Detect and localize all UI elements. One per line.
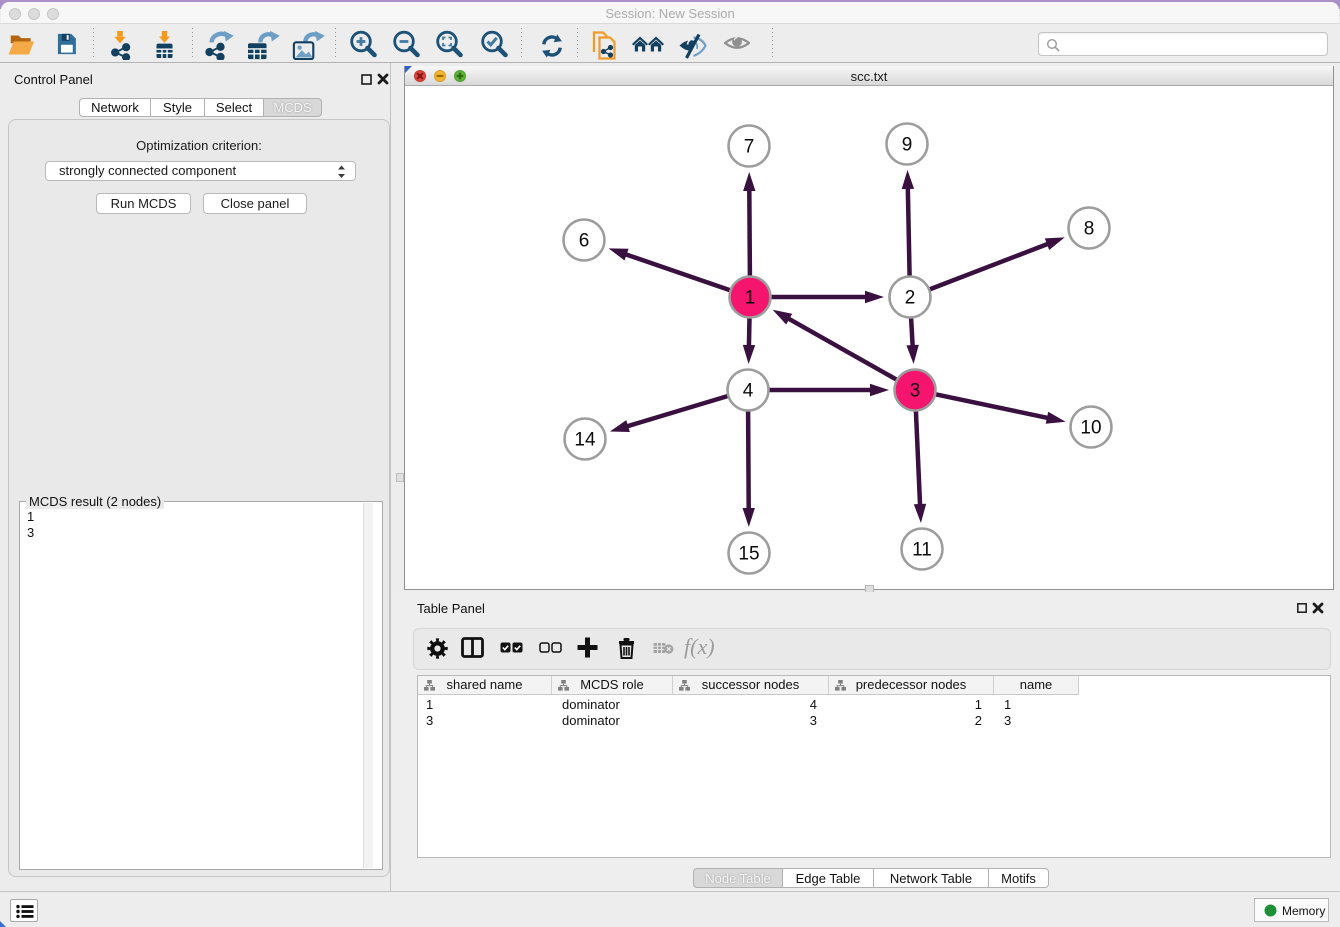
- svg-text:10: 10: [1080, 418, 1101, 439]
- svg-text:3: 3: [910, 381, 921, 402]
- svg-text:11: 11: [912, 540, 932, 561]
- svg-text:8: 8: [1084, 219, 1095, 240]
- svg-text:6: 6: [579, 231, 590, 252]
- svg-text:2: 2: [905, 288, 916, 309]
- svg-text:14: 14: [574, 430, 596, 451]
- svg-text:9: 9: [902, 135, 913, 156]
- svg-text:4: 4: [743, 381, 754, 402]
- svg-text:15: 15: [738, 544, 759, 565]
- svg-text:7: 7: [744, 137, 755, 158]
- svg-text:1: 1: [745, 288, 756, 309]
